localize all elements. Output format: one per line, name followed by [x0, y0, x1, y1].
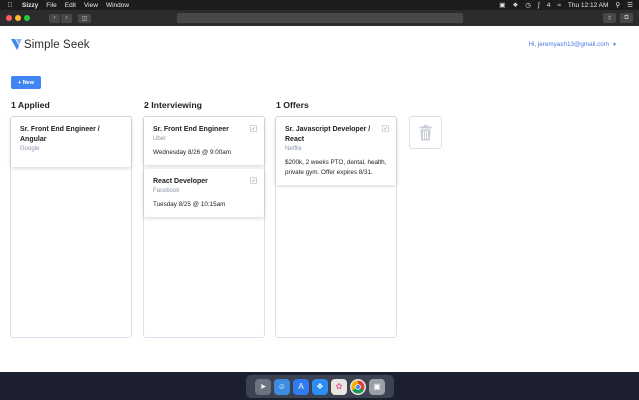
- job-card[interactable]: Sr. Javascript Developer / React Netflix…: [276, 117, 396, 185]
- zoom-window-button[interactable]: [24, 15, 30, 21]
- safari-icon[interactable]: ❖: [312, 378, 328, 395]
- cast-icon[interactable]: ▣: [499, 1, 505, 9]
- time-machine-icon[interactable]: ◷: [525, 1, 531, 9]
- dropbox-icon[interactable]: ❖: [512, 1, 518, 9]
- system-menu-bar:  Sizzy File Edit View Window ▣ ❖ ◷ ∫ 4 …: [0, 0, 639, 10]
- job-title: React Developer: [153, 178, 208, 185]
- job-company: Netflix: [285, 146, 302, 152]
- caret-down-icon: ▼: [612, 41, 617, 48]
- app-store-icon[interactable]: A: [293, 378, 309, 395]
- control-center-icon[interactable]: ☰: [627, 1, 633, 9]
- photos-icon[interactable]: ✿: [331, 378, 347, 395]
- user-greeting: Hi, jeremyash13@gmail.com: [528, 41, 610, 48]
- status-area: ▣ ❖ ◷ ∫ 4 ≈ Thu 12:12 AM ⚲ ☰: [499, 1, 633, 10]
- job-title: Sr. Front End Engineer / Angular: [20, 126, 100, 143]
- forward-button[interactable]: ›: [61, 13, 72, 23]
- trash-icon: [419, 124, 432, 140]
- edit-icon[interactable]: [382, 125, 389, 132]
- minimize-window-button[interactable]: [15, 15, 21, 21]
- column-title-offers: 1 Offers: [276, 100, 309, 110]
- job-card[interactable]: React Developer Facebook Tuesday 8/25 @ …: [144, 169, 264, 217]
- user-menu[interactable]: Hi, jeremyash13@gmail.com ▼: [528, 41, 617, 48]
- column-offers[interactable]: Sr. Javascript Developer / React Netflix…: [275, 116, 397, 338]
- clock[interactable]: Thu 12:12 AM: [568, 2, 608, 9]
- chrome-logo-icon: [351, 380, 365, 393]
- apple-icon[interactable]: : [6, 2, 14, 9]
- window-toolbar: ‹ › ◫ ⇧ ⧉: [0, 10, 639, 26]
- job-company: Facebook: [153, 188, 180, 194]
- brand-name: Simple Seek: [24, 38, 90, 51]
- toolbar-right-actions: ⇧ ⧉: [603, 13, 633, 23]
- menu-file[interactable]: File: [46, 2, 56, 9]
- job-title: Sr. Front End Engineer: [153, 126, 229, 133]
- finder-icon[interactable]: ☺: [274, 378, 290, 395]
- edit-icon[interactable]: [250, 125, 257, 132]
- job-company: Google: [20, 146, 40, 152]
- battery-count[interactable]: 4: [547, 2, 551, 9]
- sidebar-icon: ◫: [81, 15, 88, 22]
- preview-icon[interactable]: ▣: [369, 378, 385, 395]
- brand-logo[interactable]: Simple Seek: [11, 38, 90, 51]
- dock: ➤ ☺ A ❖ ✿ ▣: [246, 375, 394, 398]
- close-window-button[interactable]: [6, 15, 12, 21]
- job-card[interactable]: Sr. Front End Engineer / Angular Google: [11, 117, 131, 167]
- menu-window[interactable]: Window: [106, 2, 129, 9]
- url-bar[interactable]: [177, 13, 463, 23]
- job-detail: Tuesday 8/25 @ 10:15am: [153, 201, 226, 208]
- job-detail: $200k, 2 weeks PTO, dental, health, priv…: [285, 159, 387, 176]
- column-title-applied: 1 Applied: [11, 100, 50, 110]
- menu-view[interactable]: View: [84, 2, 98, 9]
- wifi-icon[interactable]: ≈: [557, 2, 561, 9]
- tabs-icon: ⧉: [624, 14, 629, 21]
- column-title-interviewing: 2 Interviewing: [144, 100, 202, 110]
- menu-app-name[interactable]: Sizzy: [22, 2, 38, 9]
- share-button[interactable]: ⇧: [603, 13, 616, 23]
- history-nav: ‹ ›: [49, 13, 72, 23]
- delete-drop-zone[interactable]: [409, 116, 442, 149]
- launchpad-icon[interactable]: ➤: [255, 378, 271, 395]
- job-detail: Wednesday 8/26 @ 9:00am: [153, 149, 232, 156]
- chevron-right-icon: ›: [65, 15, 68, 21]
- bluetooth-icon[interactable]: ∫: [538, 2, 540, 9]
- edit-icon[interactable]: [250, 177, 257, 184]
- job-company: Uber: [153, 136, 167, 142]
- sidebar-toggle-button[interactable]: ◫: [78, 13, 91, 23]
- logo-icon: [11, 39, 22, 50]
- chrome-icon[interactable]: [350, 378, 366, 395]
- new-job-button[interactable]: + New: [11, 76, 41, 89]
- job-title: Sr. Javascript Developer / React: [285, 126, 371, 143]
- job-card[interactable]: Sr. Front End Engineer Uber Wednesday 8/…: [144, 117, 264, 165]
- chevron-left-icon: ‹: [53, 15, 56, 21]
- tabs-button[interactable]: ⧉: [620, 13, 633, 23]
- search-icon[interactable]: ⚲: [615, 1, 620, 9]
- menu-edit[interactable]: Edit: [65, 2, 76, 9]
- column-applied[interactable]: Sr. Front End Engineer / Angular Google: [10, 116, 132, 338]
- back-button[interactable]: ‹: [49, 13, 60, 23]
- column-interviewing[interactable]: Sr. Front End Engineer Uber Wednesday 8/…: [143, 116, 265, 338]
- share-icon: ⇧: [606, 15, 613, 22]
